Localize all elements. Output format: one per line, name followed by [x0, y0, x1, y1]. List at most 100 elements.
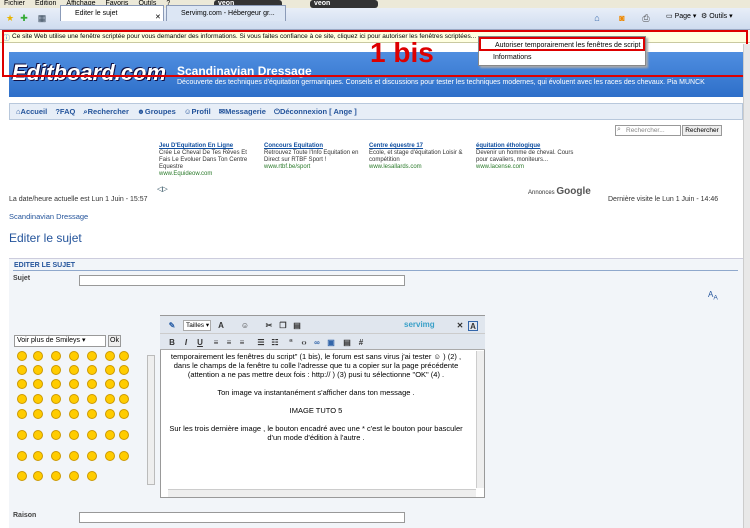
smiley-icon[interactable]: [17, 394, 27, 404]
smiley-icon[interactable]: [119, 351, 129, 361]
smiley-icon[interactable]: [17, 409, 27, 419]
smiley-icon[interactable]: [33, 409, 43, 419]
smiley-icon[interactable]: [51, 365, 61, 375]
smiley-icon[interactable]: [69, 379, 79, 389]
nav-rechercher[interactable]: ⌕Rechercher: [83, 107, 128, 116]
favorites-star-icon[interactable]: ★: [5, 13, 15, 23]
editor-content[interactable]: temporairement les fenêtres du script" (…: [168, 352, 464, 482]
ad-url[interactable]: www.lacense.com: [476, 164, 576, 171]
smiley-icon[interactable]: [119, 409, 129, 419]
close-tab-icon[interactable]: ✕: [155, 13, 161, 21]
smiley-icon[interactable]: [69, 351, 79, 361]
nav-profil[interactable]: ☺Profil: [184, 107, 211, 116]
smiley-icon[interactable]: [33, 365, 43, 375]
font-size-toggle-icon[interactable]: AA: [708, 290, 718, 302]
smiley-icon[interactable]: [33, 430, 43, 440]
smiley-icon[interactable]: [51, 351, 61, 361]
smiley-icon[interactable]: [119, 430, 129, 440]
italic-icon[interactable]: I: [181, 338, 191, 348]
image-icon[interactable]: ▣: [326, 338, 336, 348]
copy-icon[interactable]: ❐: [278, 321, 288, 331]
ad-block[interactable]: Concours Equitation Retrouvez Toute l'Inf…: [264, 143, 364, 171]
search-input[interactable]: Rechercher...: [615, 125, 681, 136]
tab-servimg[interactable]: Servimg.com - Hébergeur gr...: [166, 5, 286, 21]
servimg-button[interactable]: servimg: [404, 320, 435, 329]
align-left-icon[interactable]: ≡: [211, 338, 221, 348]
menu-fichier[interactable]: Fichier: [4, 0, 25, 8]
ad-block[interactable]: Jeu D'Equitation En Ligne Crée Le Cheval …: [159, 143, 259, 178]
font-color-icon[interactable]: A: [216, 321, 226, 331]
smiley-icon[interactable]: [105, 451, 115, 461]
smiley-icon[interactable]: [51, 471, 61, 481]
smiley-icon[interactable]: [69, 430, 79, 440]
smiley-icon[interactable]: [105, 351, 115, 361]
ad-title[interactable]: Concours Equitation: [264, 143, 364, 150]
home-icon[interactable]: ⌂: [592, 13, 602, 23]
ad-title[interactable]: Jeu D'Equitation En Ligne: [159, 143, 259, 150]
cut-icon[interactable]: ✂: [264, 321, 274, 331]
smiley-icon[interactable]: [105, 430, 115, 440]
editor-vertical-scrollbar[interactable]: [476, 351, 484, 488]
allow-scripted-windows-item[interactable]: Autoriser temporairement les fenêtres de…: [479, 37, 645, 51]
nav-messagerie[interactable]: ✉Messagerie: [219, 107, 266, 116]
bold-icon[interactable]: B: [167, 338, 177, 348]
switch-mode-icon[interactable]: A: [468, 321, 478, 331]
menu-edition[interactable]: Edition: [35, 0, 56, 8]
google-ads-label[interactable]: Annonces Google: [528, 186, 591, 197]
smiley-icon[interactable]: [69, 365, 79, 375]
smiley-icon[interactable]: [87, 409, 97, 419]
smiley-icon[interactable]: [69, 409, 79, 419]
nav-groupes[interactable]: ☻Groupes: [137, 107, 176, 116]
tools-icon[interactable]: ✕: [455, 321, 465, 331]
underline-icon[interactable]: U: [195, 338, 205, 348]
link-icon[interactable]: ∞: [312, 338, 322, 348]
tools-menu-button[interactable]: ⚙ Outils ▾: [701, 12, 733, 22]
smiley-icon[interactable]: [17, 471, 27, 481]
smiley-icon[interactable]: [51, 379, 61, 389]
smiley-icon[interactable]: [51, 430, 61, 440]
smiley-icon[interactable]: [17, 451, 27, 461]
smilies-scrollbar[interactable]: [147, 355, 155, 485]
smiley-icon[interactable]: [51, 409, 61, 419]
print-icon[interactable]: ⎙: [641, 13, 651, 23]
smiley-icon[interactable]: [33, 394, 43, 404]
quick-tabs-icon[interactable]: ▦: [37, 13, 47, 23]
smiley-icon[interactable]: [119, 451, 129, 461]
smiley-icon[interactable]: [33, 451, 43, 461]
smiley-icon[interactable]: [87, 365, 97, 375]
ad-url[interactable]: www.Equideow.com: [159, 171, 259, 178]
smiley-icon[interactable]: [87, 430, 97, 440]
code-icon[interactable]: ‹›: [299, 338, 309, 348]
smiley-icon[interactable]: [69, 471, 79, 481]
ad-nav-arrows[interactable]: ◁▷: [157, 185, 168, 193]
smiley-icon[interactable]: [105, 379, 115, 389]
smiley-icon[interactable]: [87, 471, 97, 481]
ad-block[interactable]: Centre équestre 17 Ecole, et stage d'équi…: [369, 143, 469, 171]
page-menu-button[interactable]: ▭ Page ▾: [666, 12, 696, 22]
add-favorite-icon[interactable]: ✚: [19, 13, 29, 23]
reason-input[interactable]: [79, 512, 405, 523]
ad-block[interactable]: équitation éthologique Devenir un homme d…: [476, 143, 576, 171]
smiley-icon[interactable]: [87, 379, 97, 389]
smiley-icon[interactable]: [51, 394, 61, 404]
smiley-icon[interactable]: [105, 409, 115, 419]
ad-title[interactable]: équitation éthologique: [476, 143, 576, 150]
smiley-icon[interactable]: [17, 379, 27, 389]
search-button[interactable]: Rechercher: [682, 125, 722, 136]
nav-accueil[interactable]: ⌂Accueil: [16, 107, 47, 116]
nav-faq[interactable]: ?FAQ: [55, 107, 75, 116]
smiley-icon[interactable]: [33, 471, 43, 481]
smiley-icon[interactable]: [17, 365, 27, 375]
smiley-icon[interactable]: [69, 394, 79, 404]
numbered-list-icon[interactable]: ☷: [270, 338, 280, 348]
hash-icon[interactable]: #: [356, 338, 366, 348]
smiley-icon[interactable]: [17, 351, 27, 361]
list-icon[interactable]: ☰: [256, 338, 266, 348]
paste-icon[interactable]: ▤: [292, 321, 302, 331]
align-right-icon[interactable]: ≡: [237, 338, 247, 348]
smiley-icon[interactable]: [87, 351, 97, 361]
smiley-icon[interactable]: [69, 451, 79, 461]
breadcrumb[interactable]: Scandinavian Dressage: [9, 212, 88, 221]
editor-horizontal-scrollbar[interactable]: [168, 489, 476, 497]
smiley-icon[interactable]: [51, 451, 61, 461]
